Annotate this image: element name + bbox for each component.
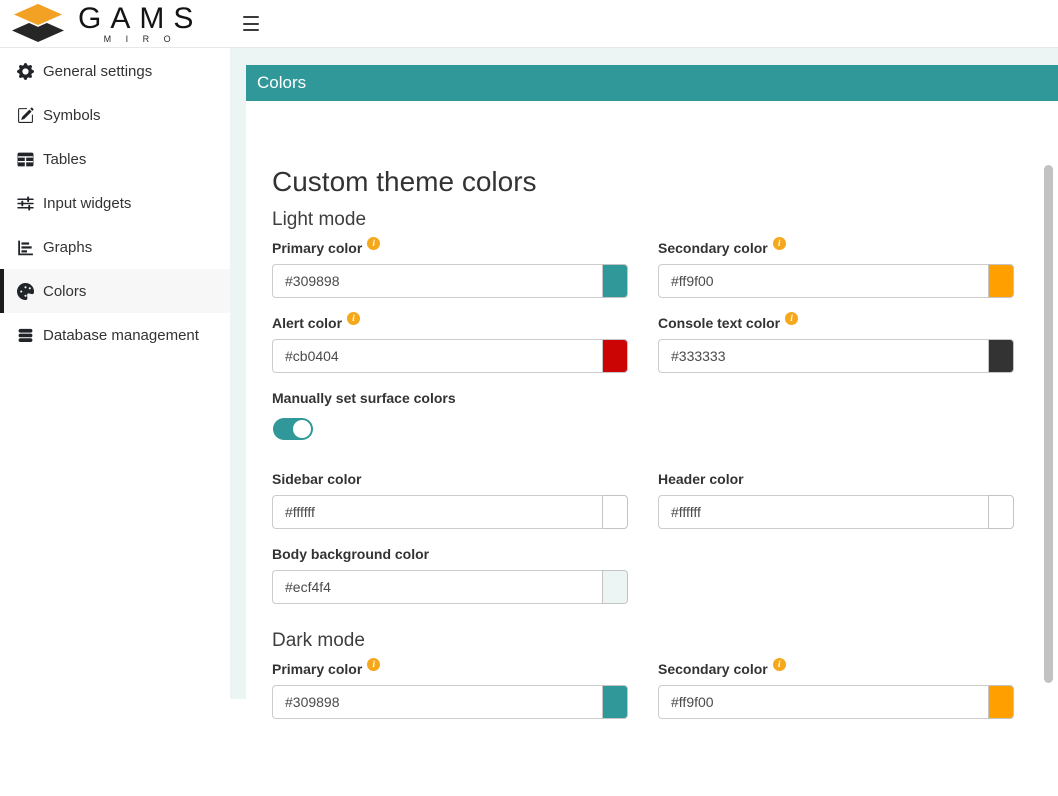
sidebar-item-label: Input widgets — [43, 195, 131, 212]
light-body-background-color-swatch[interactable] — [602, 570, 628, 604]
gear-icon — [17, 63, 34, 80]
light-sidebar-color-field: Sidebar color — [272, 471, 628, 529]
info-icon[interactable] — [367, 658, 380, 671]
dark-primary-color-input[interactable] — [272, 685, 602, 719]
gams-diamonds-icon — [8, 2, 68, 46]
field-label: Alert color — [272, 315, 342, 331]
sidebar-item-symbols[interactable]: Symbols — [0, 93, 230, 137]
sidebar-item-tables[interactable]: Tables — [0, 137, 230, 181]
field-label: Primary color — [272, 661, 362, 677]
gams-miro-logo: GAMS M I R O — [8, 2, 202, 46]
light-primary-color-field: Primary color — [272, 240, 628, 298]
surface-toggle-label: Manually set surface colors — [272, 390, 1028, 406]
info-icon[interactable] — [347, 312, 360, 325]
panel-header: Colors — [246, 65, 1058, 101]
sidebar-item-label: Database management — [43, 327, 199, 344]
light-primary-color-input[interactable] — [272, 264, 602, 298]
light-alert-color-input[interactable] — [272, 339, 602, 373]
light-body-background-color-field: Body background color — [272, 546, 628, 604]
logo-text: GAMS — [78, 4, 202, 34]
dark-primary-color-swatch[interactable] — [602, 685, 628, 719]
field-label: Sidebar color — [272, 471, 361, 487]
dark-mode-heading: Dark mode — [272, 629, 1028, 653]
sidebar-item-label: Graphs — [43, 239, 92, 256]
panel-body: Custom theme colors Light mode Primary c… — [246, 101, 1058, 796]
dark-secondary-color-field: Secondary color — [658, 661, 1014, 719]
field-label: Console text color — [658, 315, 780, 331]
field-label: Body background color — [272, 546, 429, 562]
light-secondary-color-input[interactable] — [658, 264, 988, 298]
surface-colors-toggle-block: Manually set surface colors — [272, 390, 1028, 440]
light-secondary-color-swatch[interactable] — [988, 264, 1014, 298]
light-body-background-color-input[interactable] — [272, 570, 602, 604]
info-icon[interactable] — [785, 312, 798, 325]
sidebar-item-label: Tables — [43, 151, 86, 168]
light-mode-heading: Light mode — [272, 208, 1028, 232]
top-bar: GAMS M I R O — [0, 0, 1058, 48]
light-console-text-color-swatch[interactable] — [988, 339, 1014, 373]
sidebar-item-input-widgets[interactable]: Input widgets — [0, 181, 230, 225]
toggle-knob — [293, 420, 311, 438]
info-icon[interactable] — [367, 237, 380, 250]
field-label: Secondary color — [658, 240, 768, 256]
sidebar-item-general-settings[interactable]: General settings — [0, 49, 230, 93]
light-secondary-color-field: Secondary color — [658, 240, 1014, 298]
light-primary-color-swatch[interactable] — [602, 264, 628, 298]
surface-colors-toggle[interactable] — [273, 418, 313, 440]
hamburger-icon[interactable] — [243, 16, 259, 31]
light-sidebar-color-input[interactable] — [272, 495, 602, 529]
sidebar-item-label: Colors — [43, 283, 86, 300]
main-content: Colors Custom theme colors Light mode Pr… — [230, 48, 1058, 699]
palette-icon — [17, 283, 34, 300]
info-icon[interactable] — [773, 658, 786, 671]
sidebar-item-database-management[interactable]: Database management — [0, 313, 230, 357]
field-label: Secondary color — [658, 661, 768, 677]
dark-primary-color-field: Primary color — [272, 661, 628, 719]
info-icon[interactable] — [773, 237, 786, 250]
light-alert-color-field: Alert color — [272, 315, 628, 373]
field-label: Primary color — [272, 240, 362, 256]
light-console-text-color-input[interactable] — [658, 339, 988, 373]
bar-chart-icon — [17, 239, 34, 256]
light-alert-color-swatch[interactable] — [602, 339, 628, 373]
sidebar-item-label: Symbols — [43, 107, 101, 124]
field-label: Header color — [658, 471, 744, 487]
light-header-color-swatch[interactable] — [988, 495, 1014, 529]
dark-secondary-color-swatch[interactable] — [988, 685, 1014, 719]
sidebar-item-colors[interactable]: Colors — [0, 269, 230, 313]
light-header-color-field: Header color — [658, 471, 1014, 529]
logo-subtext: M I R O — [78, 34, 202, 44]
vertical-scrollbar[interactable] — [1044, 165, 1053, 683]
sliders-icon — [17, 195, 34, 212]
light-console-text-color-field: Console text color — [658, 315, 1014, 373]
dark-secondary-color-input[interactable] — [658, 685, 988, 719]
light-header-color-input[interactable] — [658, 495, 988, 529]
database-icon — [17, 327, 34, 344]
page-title: Custom theme colors — [272, 165, 1028, 198]
sidebar-item-graphs[interactable]: Graphs — [0, 225, 230, 269]
sidebar-nav: General settings Symbols Tables Input wi… — [0, 49, 230, 699]
sidebar-item-label: General settings — [43, 63, 152, 80]
light-sidebar-color-swatch[interactable] — [602, 495, 628, 529]
table-icon — [17, 151, 34, 168]
edit-icon — [17, 107, 34, 124]
colors-panel: Colors Custom theme colors Light mode Pr… — [246, 65, 1058, 796]
